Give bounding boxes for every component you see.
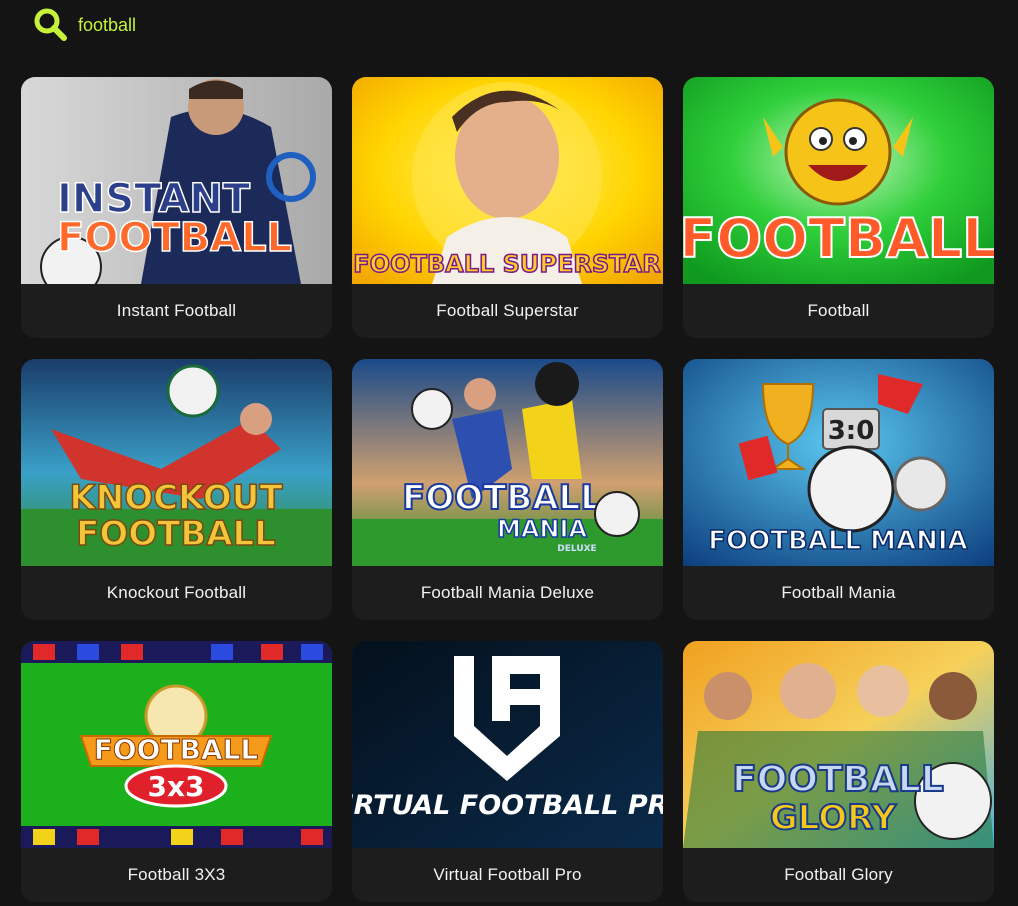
art-title: VIRTUAL FOOTBALL PRO <box>352 790 663 821</box>
game-thumbnail[interactable]: FOOTBALL <box>683 77 994 284</box>
game-title[interactable]: Football 3X3 <box>21 848 332 902</box>
game-card-football-mania-deluxe[interactable]: FOOTBALL MANIA DELUXE Football Mania Del… <box>352 359 663 620</box>
game-thumbnail[interactable]: KNOCKOUT FOOTBALL <box>21 359 332 566</box>
art-title: FOOTBALL MANIA <box>708 526 967 556</box>
art-title: FOOTBALL <box>94 733 259 766</box>
search-bar[interactable] <box>32 6 378 44</box>
game-thumbnail[interactable]: FOOTBALL MANIA DELUXE <box>352 359 663 566</box>
art-title-line1: FOOTBALL <box>732 759 944 800</box>
art-title: FOOTBALL <box>683 207 994 270</box>
game-thumbnail[interactable]: FOOTBALL GLORY <box>683 641 994 848</box>
game-title[interactable]: Football Superstar <box>352 284 663 338</box>
game-card-football-glory[interactable]: FOOTBALL GLORY Football Glory <box>683 641 994 902</box>
art-score: 3:0 <box>828 416 875 446</box>
game-thumbnail[interactable]: FOOTBALL 3x3 <box>21 641 332 848</box>
game-title[interactable]: Instant Football <box>21 284 332 338</box>
game-card-football-3x3[interactable]: FOOTBALL 3x3 Football 3X3 <box>21 641 332 902</box>
art-title-line2: FOOTBALL <box>76 514 276 554</box>
game-title[interactable]: Football Glory <box>683 848 994 902</box>
game-thumbnail[interactable]: VIRTUAL FOOTBALL PRO <box>352 641 663 848</box>
game-card-knockout-football[interactable]: KNOCKOUT FOOTBALL Knockout Football <box>21 359 332 620</box>
art-title-line2: MANIA <box>497 515 587 543</box>
game-title[interactable]: Football Mania <box>683 566 994 620</box>
game-thumbnail[interactable]: 3:0 FOOTBALL MANIA <box>683 359 994 566</box>
game-card-virtual-football-pro[interactable]: VIRTUAL FOOTBALL PRO Virtual Football Pr… <box>352 641 663 902</box>
art-title-line1: FOOTBALL <box>402 478 602 518</box>
game-title[interactable]: Knockout Football <box>21 566 332 620</box>
art-title-line2: FOOTBALL <box>57 215 292 261</box>
game-grid: INSTANT FOOTBALL Instant Football FOOTBA… <box>21 77 994 902</box>
art-subtitle: 3x3 <box>147 770 204 803</box>
art-title-line2: GLORY <box>770 798 897 838</box>
search-icon[interactable] <box>32 6 70 44</box>
game-card-instant-football[interactable]: INSTANT FOOTBALL Instant Football <box>21 77 332 338</box>
game-card-football-mania[interactable]: 3:0 FOOTBALL MANIA Football Mania <box>683 359 994 620</box>
game-thumbnail[interactable]: INSTANT FOOTBALL <box>21 77 332 284</box>
game-title[interactable]: Football <box>683 284 994 338</box>
game-title[interactable]: Virtual Football Pro <box>352 848 663 902</box>
game-card-football[interactable]: FOOTBALL Football <box>683 77 994 338</box>
art-title-line1: KNOCKOUT <box>69 478 283 518</box>
game-thumbnail[interactable]: FOOTBALL SUPERSTAR <box>352 77 663 284</box>
art-subtitle: DELUXE <box>557 544 596 554</box>
game-card-football-superstar[interactable]: FOOTBALL SUPERSTAR Football Superstar <box>352 77 663 338</box>
game-title[interactable]: Football Mania Deluxe <box>352 566 663 620</box>
art-title: FOOTBALL SUPERSTAR <box>353 250 660 278</box>
search-input[interactable] <box>78 14 378 36</box>
